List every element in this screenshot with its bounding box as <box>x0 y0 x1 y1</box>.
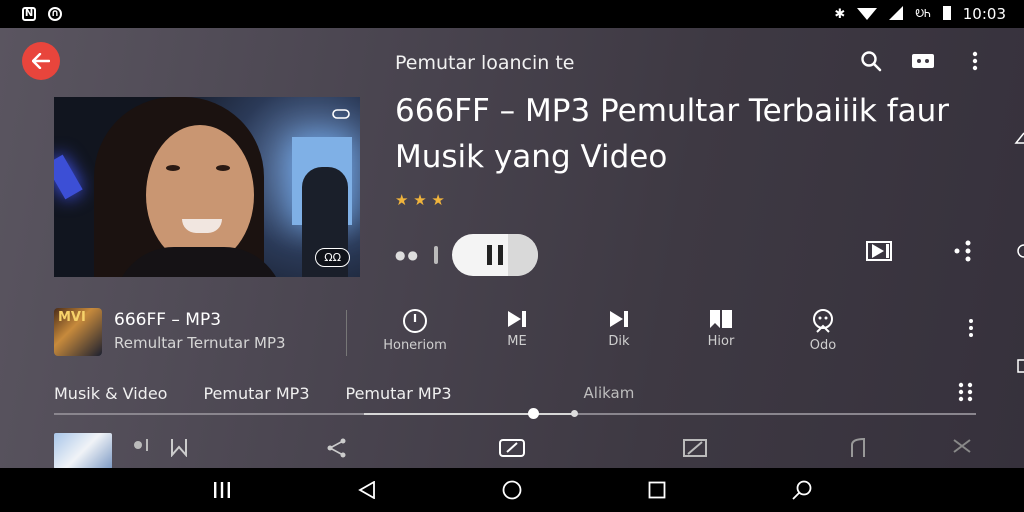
action-me[interactable]: ME <box>466 308 568 353</box>
clock: 10:03 <box>962 5 1006 23</box>
next-track-button[interactable] <box>866 240 894 266</box>
share-dots-icon <box>954 240 971 262</box>
notification-icon: N <box>22 7 36 21</box>
action-hior[interactable]: Hior <box>670 308 772 353</box>
search-icon <box>861 51 882 72</box>
nav-back-button[interactable] <box>347 470 387 510</box>
recents-button[interactable] <box>202 470 242 510</box>
bookmark-icon <box>710 310 732 328</box>
tab-musik-video[interactable]: Musik & Video <box>54 384 167 403</box>
grid-menu-button[interactable] <box>958 382 974 406</box>
edit-button[interactable] <box>498 437 526 463</box>
home-button[interactable] <box>492 470 532 510</box>
share-button[interactable] <box>954 240 972 266</box>
app-icon: ∩ <box>48 7 62 21</box>
overview-icon <box>648 481 666 499</box>
timer-icon <box>403 309 427 333</box>
back-arrow-icon <box>32 53 50 69</box>
search-icon <box>791 480 811 500</box>
crop-button[interactable] <box>682 437 708 463</box>
equalizer-icon <box>171 439 187 458</box>
action-odo[interactable]: Odo <box>772 308 874 353</box>
audio-toggle-button[interactable] <box>132 437 152 457</box>
action-dik[interactable]: Dik <box>568 308 670 353</box>
player-screen: Pemutar loancin te ΩΩ 666FF – MP3 Pemult… <box>0 28 1024 468</box>
skip-next-icon <box>508 311 526 327</box>
link-icon <box>332 105 350 124</box>
now-playing-row: MVI 666FF – MP3 Remultar Ternutar MP3 Ho… <box>54 308 984 360</box>
cast-icon <box>912 54 934 68</box>
grid-icon <box>958 382 973 402</box>
action-timer[interactable]: Honeriom <box>364 308 466 353</box>
more-vert-icon <box>972 51 978 71</box>
pause-button[interactable] <box>451 234 538 276</box>
equalizer-button[interactable] <box>170 437 188 461</box>
track-title: 666FF – MP3 <box>114 310 222 330</box>
album-art[interactable]: MVI <box>54 308 102 356</box>
signal-icon <box>889 5 904 24</box>
shuffle-button[interactable] <box>952 437 972 459</box>
seek-knob[interactable] <box>528 408 539 419</box>
more-button[interactable] <box>962 48 988 74</box>
rating-stars: ★ ★ ★ <box>395 191 445 209</box>
cast-button[interactable] <box>910 48 936 74</box>
assistant-button[interactable] <box>782 470 822 510</box>
bottom-toolbar <box>54 433 984 468</box>
seek-bar[interactable] <box>54 408 976 419</box>
carrier-text: ᎧᏂ <box>915 7 931 20</box>
track-more-button[interactable] <box>968 318 974 342</box>
crop-icon <box>683 439 707 457</box>
divider <box>346 310 347 356</box>
side-nav-edge <box>1014 132 1024 373</box>
share-button-bottom[interactable] <box>326 437 348 463</box>
shuffle-icon <box>953 439 971 453</box>
more-vert-icon <box>969 319 973 337</box>
audio-icon <box>134 439 148 451</box>
tab-pemutar-mp3[interactable]: Pemutar MP3 <box>203 384 309 403</box>
track-subtitle: Remultar Ternutar MP3 <box>114 334 286 352</box>
playback-controls: ●● <box>395 234 538 276</box>
profile-icon <box>813 309 833 333</box>
tab-pemutar-mp3-2[interactable]: Pemutar MP3 <box>346 384 452 403</box>
search-button[interactable] <box>858 48 884 74</box>
thumbnail-badge: ΩΩ <box>315 248 350 267</box>
volume-bar[interactable] <box>433 246 438 264</box>
recent-apps-icon <box>214 482 231 498</box>
wifi-icon <box>857 5 878 24</box>
music-note-icon <box>851 437 865 457</box>
bluetooth-icon: ✱ <box>834 6 846 22</box>
battery-icon <box>942 5 951 24</box>
system-nav-bar <box>0 468 1024 512</box>
pause-icon <box>486 245 492 265</box>
tab-bar: Musik & Video Pemutar MP3 Pemutar MP3 Al… <box>54 384 670 403</box>
share-icon <box>327 438 346 458</box>
skip-next-icon <box>610 311 628 327</box>
nav-back-icon <box>358 481 376 499</box>
video-title: 666FF – MP3 Pemultar Terbaiiik faur Musi… <box>395 93 950 175</box>
play-next-icon <box>866 241 892 261</box>
back-button[interactable] <box>22 42 60 80</box>
home-icon <box>502 480 522 500</box>
queue-thumbnail[interactable] <box>54 433 112 468</box>
header-title: Pemutar loancin te <box>395 52 575 74</box>
tab-alikam[interactable]: Alikam <box>584 384 635 403</box>
video-thumbnail[interactable]: ΩΩ <box>54 97 360 277</box>
edit-icon <box>499 439 525 457</box>
volume-dots-icon[interactable]: ●● <box>395 248 420 262</box>
music-note-button[interactable] <box>848 437 870 463</box>
status-bar: N ∩ ✱ ᎧᏂ 10:03 <box>0 0 1024 28</box>
overview-button[interactable] <box>637 470 677 510</box>
